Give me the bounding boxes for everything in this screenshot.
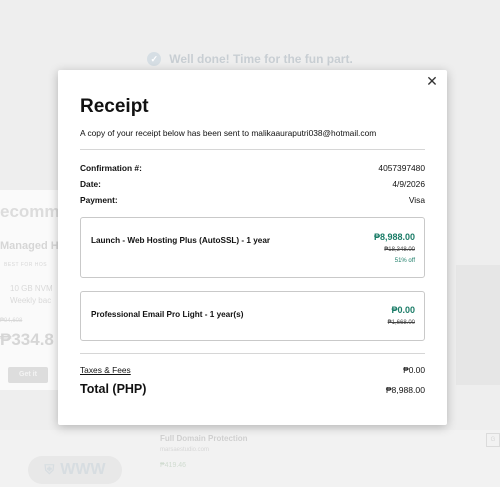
line-item-discount: 51% off xyxy=(394,258,415,264)
date-label: Date: xyxy=(80,179,101,189)
receipt-modal: ✕ Receipt A copy of your receipt below h… xyxy=(58,70,447,425)
line-item-price: ₱8,988.00 xyxy=(373,232,415,242)
total-row: Total (PHP) ₱8,988.00 xyxy=(80,382,425,396)
taxes-row: Taxes & Fees ₱0.00 xyxy=(80,365,425,375)
taxes-value: ₱0.00 xyxy=(403,365,425,375)
payment-label: Payment: xyxy=(80,195,118,205)
line-item-name: Professional Email Pro Light - 1 year(s) xyxy=(91,310,244,319)
divider xyxy=(80,149,425,150)
total-label: Total (PHP) xyxy=(80,382,147,396)
line-item-price: ₱0.00 xyxy=(391,305,415,315)
modal-title: Receipt xyxy=(80,96,149,117)
confirmation-value: 4057397480 xyxy=(378,163,425,173)
date-row: Date: 4/9/2026 xyxy=(80,179,425,189)
line-item: Launch - Web Hosting Plus (AutoSSL) - 1 … xyxy=(80,217,425,278)
confirmation-row: Confirmation #: 4057397480 xyxy=(80,163,425,173)
line-item-name: Launch - Web Hosting Plus (AutoSSL) - 1 … xyxy=(91,236,271,245)
line-item: Professional Email Pro Light - 1 year(s)… xyxy=(80,291,425,341)
line-item-pricing: ₱0.00 ₱1,668.00 xyxy=(388,305,415,326)
payment-row: Payment: Visa xyxy=(80,195,425,205)
close-icon[interactable]: ✕ xyxy=(425,74,439,88)
divider xyxy=(80,353,425,354)
receipt-email-notice: A copy of your receipt below has been se… xyxy=(80,128,377,138)
total-value: ₱8,988.00 xyxy=(385,385,425,395)
date-value: 4/9/2026 xyxy=(392,179,425,189)
confirmation-label: Confirmation #: xyxy=(80,163,142,173)
line-item-original-price: ₱18,348.00 xyxy=(384,247,415,253)
line-item-original-price: ₱1,668.00 xyxy=(387,320,415,326)
line-item-pricing: ₱8,988.00 ₱18,348.00 51% off xyxy=(374,232,415,264)
taxes-fees-link[interactable]: Taxes & Fees xyxy=(80,365,131,375)
payment-value: Visa xyxy=(408,195,425,205)
